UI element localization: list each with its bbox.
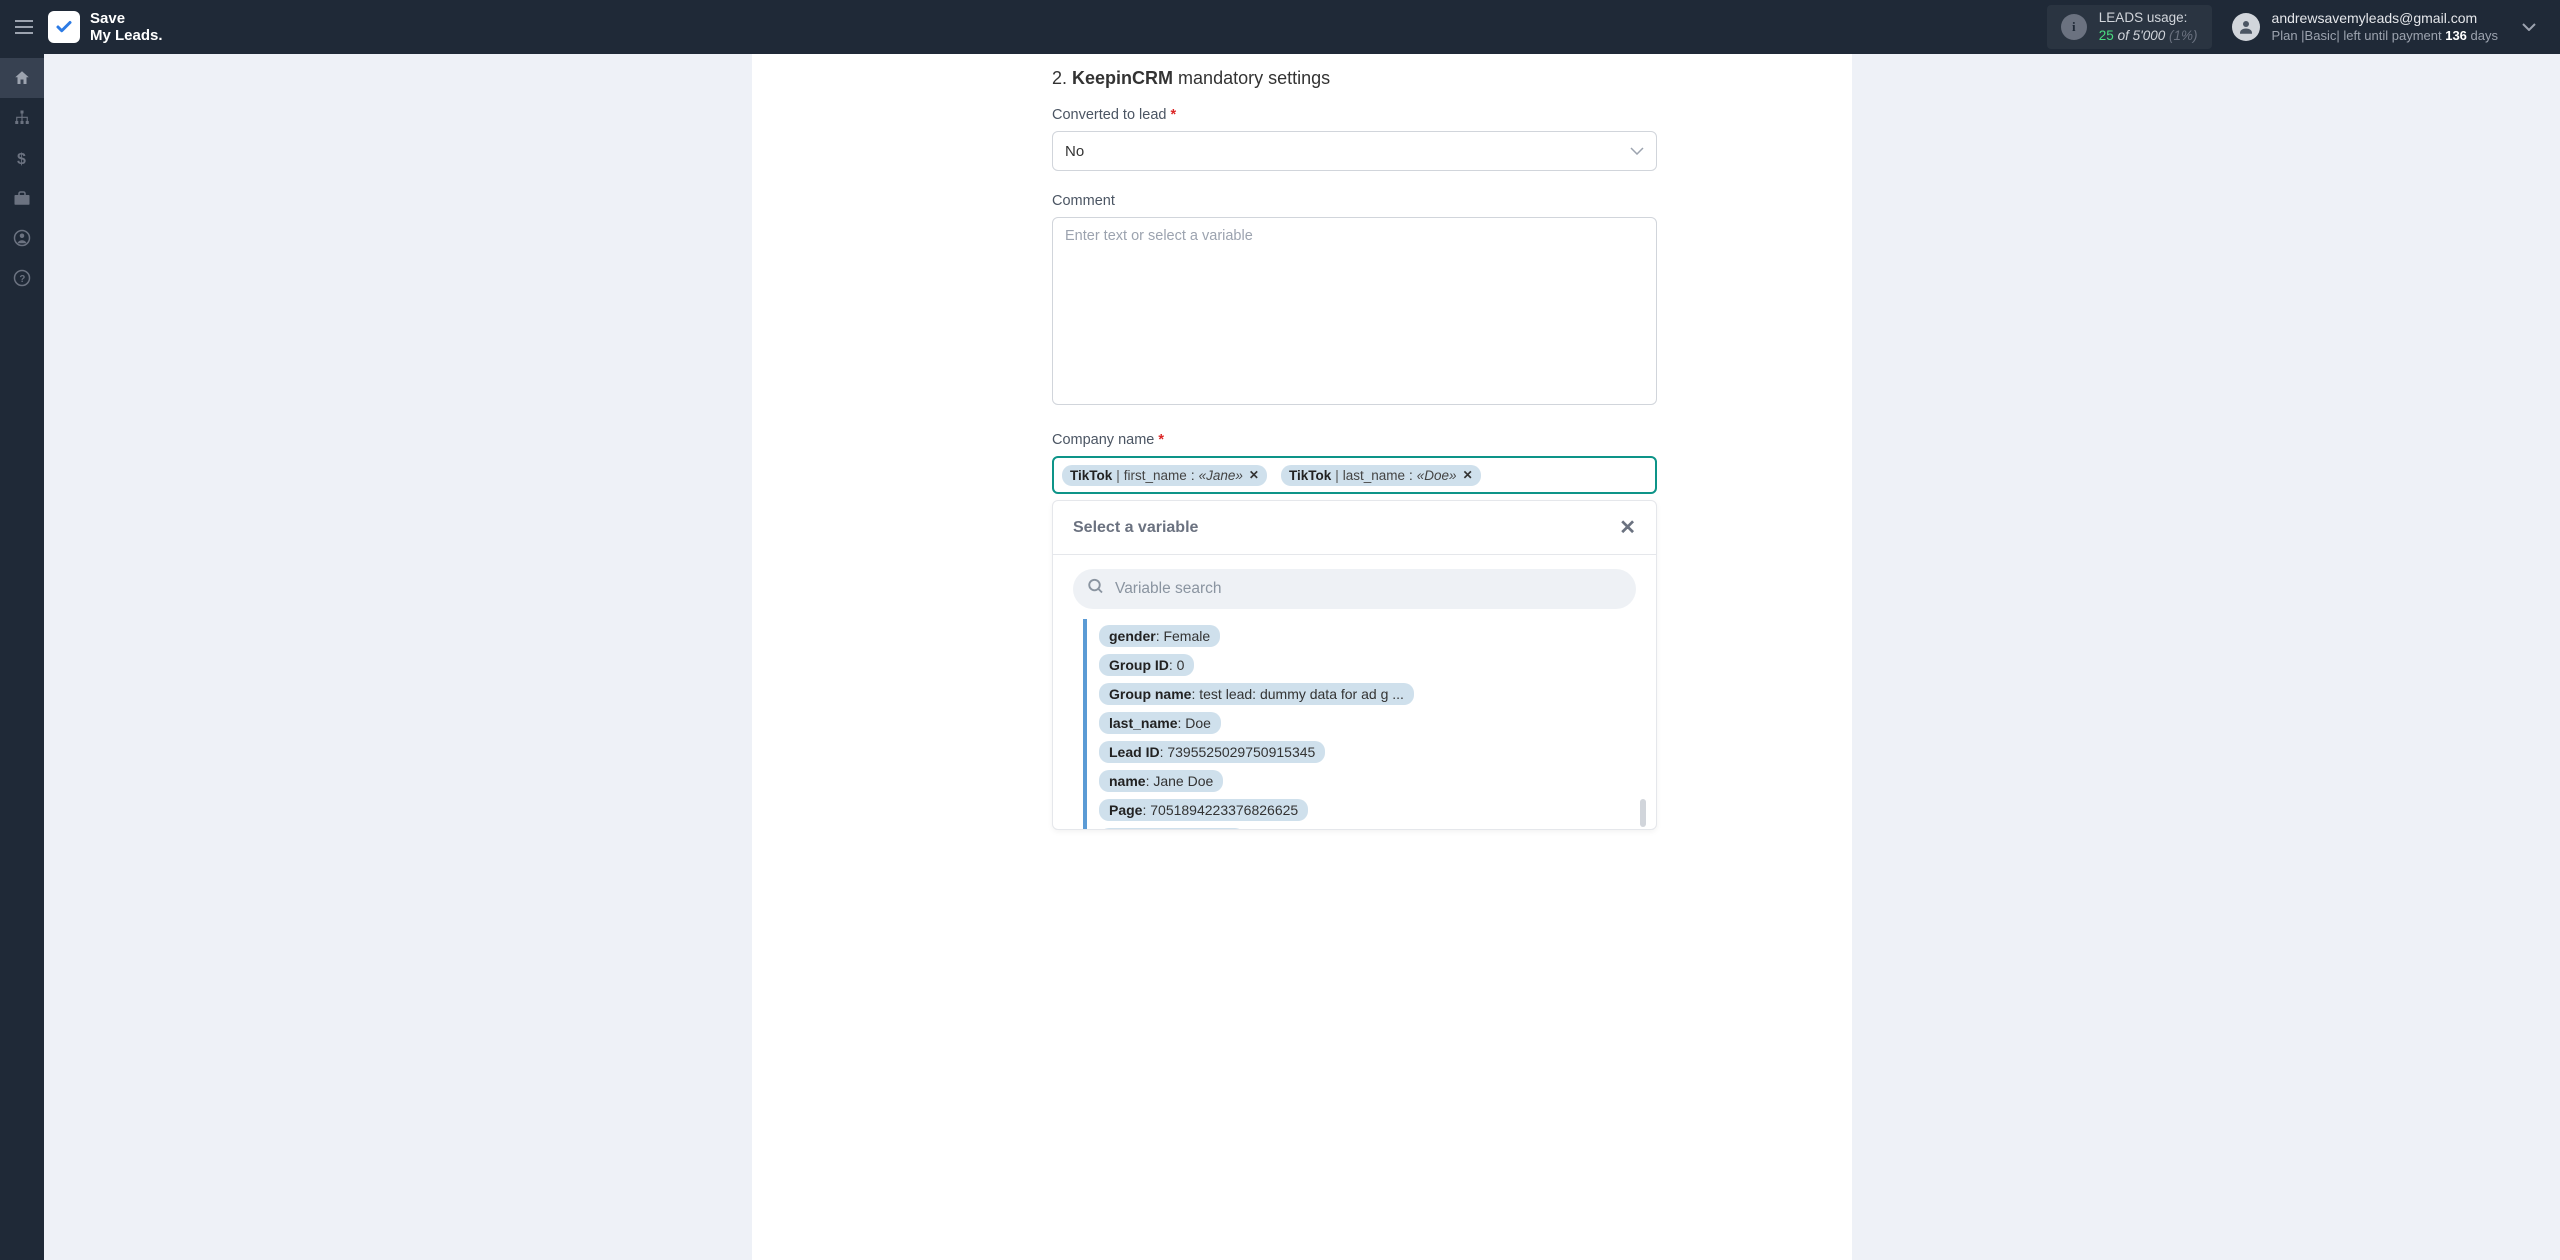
app-header: Save My Leads. i LEADS usage: 25 of 5'00…	[0, 0, 2560, 54]
checkmark-icon	[55, 18, 73, 36]
converted-select[interactable]: No	[1052, 131, 1657, 171]
sidebar-item-profile[interactable]	[0, 218, 44, 258]
variable-option[interactable]: name: Jane Doe	[1099, 770, 1223, 792]
chevron-down-icon	[2522, 18, 2536, 36]
scrollbar-thumb[interactable]	[1640, 799, 1646, 827]
variable-search-input[interactable]	[1073, 569, 1636, 609]
variable-tag: TikTok | last_name: «Doe» ✕	[1281, 465, 1481, 486]
usage-label: LEADS usage:	[2099, 9, 2198, 27]
usage-used: 25	[2099, 28, 2114, 43]
user-email: andrewsavemyleads@gmail.com	[2272, 9, 2498, 27]
svg-text:$: $	[17, 151, 26, 167]
leads-usage-box: i LEADS usage: 25 of 5'000 (1%)	[2047, 5, 2212, 49]
variable-dropdown: Select a variable ✕ gender: F	[1052, 500, 1657, 830]
info-icon: i	[2061, 14, 2087, 40]
variable-option[interactable]: Page name: Form 1	[1099, 828, 1245, 829]
converted-value: No	[1065, 143, 1084, 160]
search-icon	[1087, 578, 1105, 601]
home-icon	[13, 69, 31, 87]
briefcase-icon	[13, 190, 31, 206]
user-text: andrewsavemyleads@gmail.com Plan |Basic|…	[2272, 9, 2498, 44]
svg-text:?: ?	[19, 274, 25, 285]
variable-tag: TikTok | first_name: «Jane» ✕	[1062, 465, 1267, 486]
section-heading: 2. KeepinCRM mandatory settings	[1052, 68, 1852, 89]
question-icon: ?	[13, 269, 31, 287]
company-tags-input[interactable]: TikTok | first_name: «Jane» ✕ TikTok | l…	[1052, 456, 1657, 494]
logo-line2: My Leads.	[90, 27, 163, 44]
close-dropdown-button[interactable]: ✕	[1619, 515, 1636, 540]
user-account-box[interactable]: andrewsavemyleads@gmail.com Plan |Basic|…	[2232, 9, 2552, 44]
remove-tag-button[interactable]: ✕	[1249, 468, 1259, 482]
variable-option[interactable]: Group name: test lead: dummy data for ad…	[1099, 683, 1414, 705]
variable-option[interactable]: gender: Female	[1099, 625, 1220, 647]
company-label: Company name *	[1052, 432, 1852, 448]
usage-percent: (1%)	[2169, 28, 2198, 43]
sidebar-item-billing[interactable]: $	[0, 138, 44, 178]
remove-tag-button[interactable]: ✕	[1463, 468, 1473, 482]
sitemap-icon	[13, 109, 31, 127]
hamburger-menu-button[interactable]	[8, 11, 40, 43]
variable-option[interactable]: Page: 7051894223376826625	[1099, 799, 1308, 821]
sidebar-item-connections[interactable]	[0, 98, 44, 138]
variable-option[interactable]: Group ID: 0	[1099, 654, 1194, 676]
dollar-icon: $	[17, 149, 28, 167]
sidebar-nav: $ ?	[0, 54, 44, 1260]
variable-list[interactable]: gender: Female Group ID: 0 Group name: t…	[1083, 619, 1656, 829]
dropdown-title: Select a variable	[1073, 519, 1198, 537]
comment-label: Comment	[1052, 193, 1852, 209]
user-plan-line: Plan |Basic| left until payment 136 days	[2272, 28, 2498, 45]
hamburger-icon	[15, 20, 33, 34]
usage-values: 25 of 5'000 (1%)	[2099, 27, 2198, 45]
sidebar-item-briefcase[interactable]	[0, 178, 44, 218]
usage-text: LEADS usage: 25 of 5'000 (1%)	[2099, 9, 2198, 44]
dropdown-header: Select a variable ✕	[1053, 501, 1656, 555]
variable-option[interactable]: last_name: Doe	[1099, 712, 1221, 734]
user-avatar-icon	[2232, 13, 2260, 41]
logo-badge	[48, 11, 80, 43]
content-area: 2. KeepinCRM mandatory settings Converte…	[44, 54, 2560, 1260]
logo-text: Save My Leads.	[90, 10, 163, 45]
logo-line1: Save	[90, 10, 125, 27]
converted-label: Converted to lead *	[1052, 107, 1852, 123]
comment-textarea[interactable]	[1052, 217, 1657, 405]
chevron-down-icon	[1630, 142, 1644, 160]
sidebar-item-home[interactable]	[0, 58, 44, 98]
user-circle-icon	[13, 229, 31, 247]
variable-option[interactable]: Lead ID: 7395525029750915345	[1099, 741, 1325, 763]
sidebar-item-help[interactable]: ?	[0, 258, 44, 298]
